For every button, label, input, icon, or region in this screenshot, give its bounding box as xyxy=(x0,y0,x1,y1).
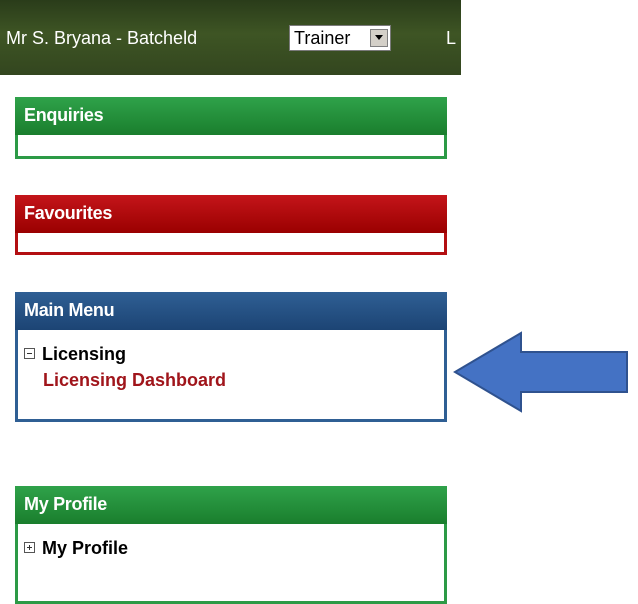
expand-icon[interactable] xyxy=(24,542,35,553)
pointer-arrow-icon xyxy=(453,331,628,413)
